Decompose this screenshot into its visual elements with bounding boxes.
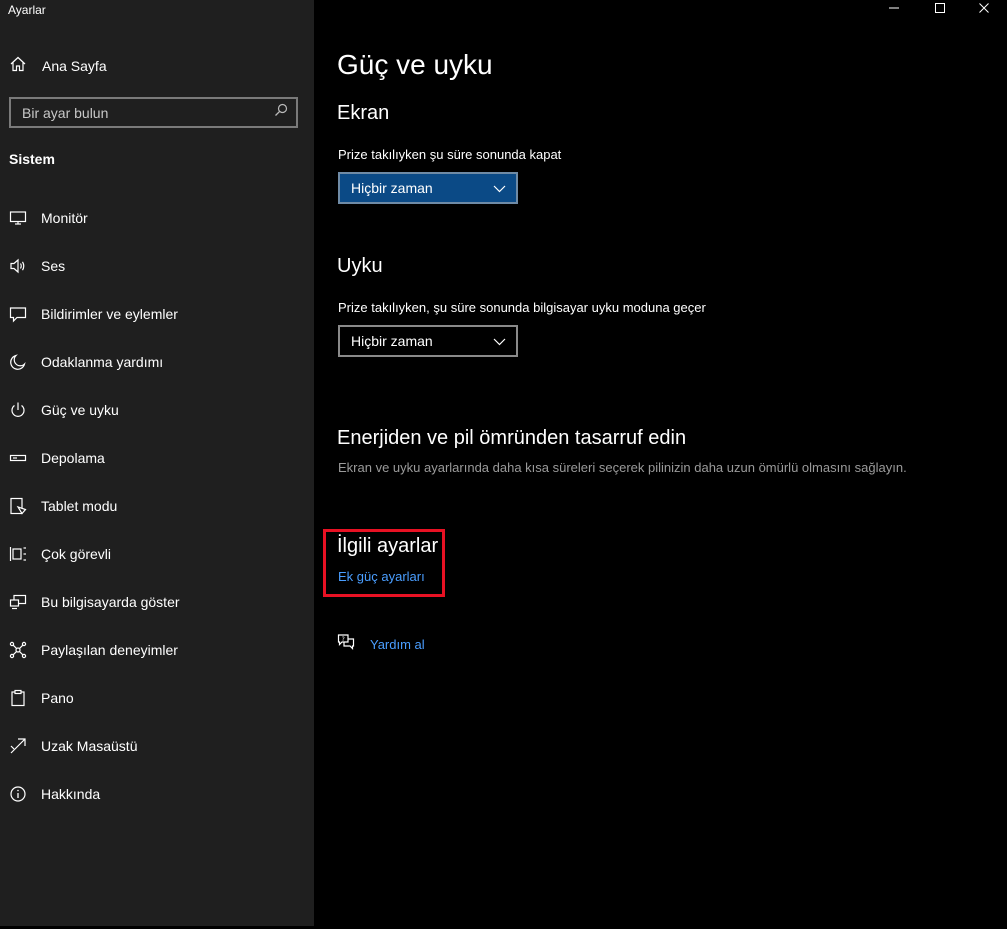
screen-timeout-dropdown[interactable]: Hiçbir zaman xyxy=(338,172,518,204)
sidebar-item-label: Güç ve uyku xyxy=(41,402,119,418)
sleep-timeout-value: Hiçbir zaman xyxy=(351,333,433,349)
sidebar-nav: Monitör Ses Bildirimler ve eylemler Odak… xyxy=(0,194,314,818)
sidebar-item-clipboard[interactable]: Pano xyxy=(0,674,314,722)
help-chat-icon: ? xyxy=(337,633,355,656)
sidebar-item-label: Paylaşılan deneyimler xyxy=(41,642,178,658)
search-icon[interactable] xyxy=(274,103,288,122)
screen-timeout-value: Hiçbir zaman xyxy=(351,180,433,196)
moon-icon xyxy=(9,353,27,371)
sidebar-item-shared-experiences[interactable]: Paylaşılan deneyimler xyxy=(0,626,314,674)
sidebar-item-power-sleep[interactable]: Güç ve uyku xyxy=(0,386,314,434)
sleep-timeout-label: Prize takılıyken, şu süre sonunda bilgis… xyxy=(338,300,706,315)
sidebar-item-label: Bildirimler ve eylemler xyxy=(41,306,178,322)
sidebar-item-label: Hakkında xyxy=(41,786,101,802)
chevron-down-icon xyxy=(493,180,506,196)
sidebar-item-focus-assist[interactable]: Odaklanma yardımı xyxy=(0,338,314,386)
sidebar-item-label: Uzak Masaüstü xyxy=(41,738,138,754)
sidebar-item-label: Tablet modu xyxy=(41,498,118,514)
storage-icon xyxy=(9,449,27,467)
minimize-button[interactable] xyxy=(871,0,917,20)
sidebar-item-storage[interactable]: Depolama xyxy=(0,434,314,482)
notification-icon xyxy=(9,305,27,323)
sidebar-item-label: Monitör xyxy=(41,210,88,226)
share-icon xyxy=(9,641,27,659)
sidebar-item-multitasking[interactable]: Çok görevli xyxy=(0,530,314,578)
power-icon xyxy=(9,401,27,419)
sidebar-item-label: Ses xyxy=(41,258,66,274)
svg-text:?: ? xyxy=(342,636,345,643)
close-button[interactable] xyxy=(961,0,1007,20)
sidebar-item-label: Depolama xyxy=(41,450,105,466)
home-icon xyxy=(9,55,27,78)
minimize-icon xyxy=(888,1,900,19)
page-title: Güç ve uyku xyxy=(337,49,493,80)
close-icon xyxy=(978,1,990,19)
energy-description: Ekran ve uyku ayarlarında daha kısa süre… xyxy=(338,460,907,475)
sidebar-item-monitor[interactable]: Monitör xyxy=(0,194,314,242)
clipboard-icon xyxy=(9,689,27,707)
search-box[interactable] xyxy=(9,97,298,128)
related-settings-heading: İlgili ayarlar xyxy=(337,535,439,557)
sidebar: Ayarlar Ana Sayfa Sistem Monitör Ses Bil… xyxy=(0,0,314,926)
sidebar-item-label: Bu bilgisayarda göster xyxy=(41,594,180,610)
remote-icon xyxy=(9,737,27,755)
home-nav-item[interactable]: Ana Sayfa xyxy=(9,54,107,78)
get-help-link[interactable]: Yardım al xyxy=(370,637,425,652)
tablet-icon xyxy=(9,497,27,515)
multitask-icon xyxy=(9,545,27,563)
sidebar-item-about[interactable]: Hakkında xyxy=(0,770,314,818)
speaker-icon xyxy=(9,257,27,275)
sidebar-item-label: Çok görevli xyxy=(41,546,112,562)
sidebar-item-remote-desktop[interactable]: Uzak Masaüstü xyxy=(0,722,314,770)
sidebar-item-notifications[interactable]: Bildirimler ve eylemler xyxy=(0,290,314,338)
monitor-icon xyxy=(9,209,27,227)
project-icon xyxy=(9,593,27,611)
get-help[interactable]: ? Yardım al xyxy=(337,633,425,656)
sleep-timeout-dropdown[interactable]: Hiçbir zaman xyxy=(338,325,518,357)
additional-power-settings-link[interactable]: Ek güç ayarları xyxy=(338,569,425,584)
sleep-heading: Uyku xyxy=(337,255,383,277)
sidebar-item-sound[interactable]: Ses xyxy=(0,242,314,290)
sidebar-item-label: Pano xyxy=(41,690,74,706)
chevron-down-icon xyxy=(493,333,506,349)
sidebar-item-label: Odaklanma yardımı xyxy=(41,354,164,370)
app-title: Ayarlar xyxy=(8,3,46,17)
sidebar-section-title: Sistem xyxy=(9,151,55,167)
search-input[interactable] xyxy=(22,104,274,121)
home-label: Ana Sayfa xyxy=(42,58,107,74)
sidebar-item-tablet-mode[interactable]: Tablet modu xyxy=(0,482,314,530)
maximize-icon xyxy=(934,1,946,19)
sidebar-item-projecting[interactable]: Bu bilgisayarda göster xyxy=(0,578,314,626)
energy-heading: Enerjiden ve pil ömründen tasarruf edin xyxy=(337,427,687,449)
maximize-button[interactable] xyxy=(917,0,963,20)
screen-heading: Ekran xyxy=(337,102,390,124)
info-icon xyxy=(9,785,27,803)
screen-timeout-label: Prize takılıyken şu süre sonunda kapat xyxy=(338,147,562,162)
